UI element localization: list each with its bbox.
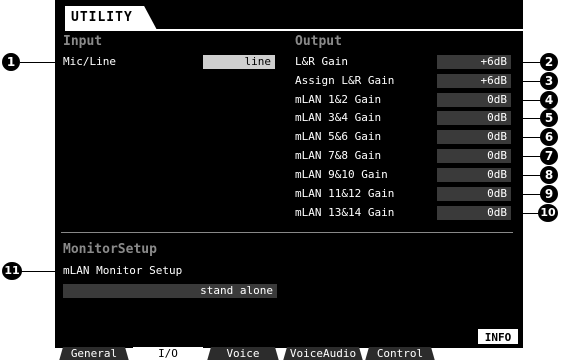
callout-line — [20, 62, 63, 63]
utility-screen: UTILITY Input Mic/Line line Output L&R G… — [55, 0, 523, 360]
output-label: mLAN 9&10 Gain — [295, 168, 388, 181]
output-value[interactable]: +6dB — [437, 55, 511, 69]
monitor-value[interactable]: stand alone — [63, 284, 277, 298]
output-label: mLAN 11&12 Gain — [295, 187, 395, 200]
callout-badge: 2 — [540, 53, 558, 71]
section-divider — [61, 232, 513, 233]
output-label: mLAN 1&2 Gain — [295, 93, 382, 106]
callout-line — [511, 81, 541, 82]
output-label: mLAN 7&8 Gain — [295, 149, 382, 162]
callout-badge: 8 — [540, 166, 558, 184]
output-value[interactable]: 0dB — [437, 168, 511, 182]
callout-badge: 10 — [538, 204, 558, 222]
callout-badge: 6 — [540, 128, 558, 146]
callout-line — [511, 213, 541, 214]
tab-control[interactable]: Control — [365, 347, 435, 360]
output-value[interactable]: +6dB — [437, 74, 511, 88]
output-label: mLAN 5&6 Gain — [295, 130, 382, 143]
mic-line-value[interactable]: line — [203, 55, 275, 69]
output-value[interactable]: 0dB — [437, 130, 511, 144]
output-label: mLAN 3&4 Gain — [295, 111, 382, 124]
tab-voice-audio[interactable]: VoiceAudio — [283, 347, 363, 360]
callout-badge: 11 — [2, 262, 22, 280]
mic-line-label: Mic/Line — [63, 55, 116, 68]
output-value[interactable]: 0dB — [437, 111, 511, 125]
output-value[interactable]: 0dB — [437, 93, 511, 107]
output-value[interactable]: 0dB — [437, 187, 511, 201]
output-label: mLAN 13&14 Gain — [295, 206, 395, 219]
output-label: L&R Gain — [295, 55, 348, 68]
output-label: Assign L&R Gain — [295, 74, 395, 87]
callout-line — [511, 137, 541, 138]
callout-line — [511, 194, 541, 195]
callout-badge: 3 — [540, 72, 558, 90]
output-heading: Output — [295, 34, 342, 49]
callout-line — [511, 100, 541, 101]
callout-line — [511, 156, 541, 157]
output-value[interactable]: 0dB — [437, 206, 511, 220]
callout-badge: 7 — [540, 147, 558, 165]
callout-badge: 4 — [540, 91, 558, 109]
callout-badge: 5 — [540, 109, 558, 127]
callout-badge: 1 — [2, 53, 20, 71]
monitor-label: mLAN Monitor Setup — [63, 264, 183, 277]
callout-line — [511, 118, 541, 119]
output-value[interactable]: 0dB — [437, 149, 511, 163]
tab-io[interactable]: I/O — [133, 347, 203, 360]
callout-badge: 9 — [540, 185, 558, 203]
callout-line — [20, 271, 63, 272]
callout-line — [511, 175, 541, 176]
tab-voice[interactable]: Voice — [207, 347, 279, 360]
title-underline — [65, 29, 523, 31]
monitor-heading: MonitorSetup — [63, 242, 157, 257]
tab-general[interactable]: General — [59, 347, 129, 360]
input-heading: Input — [63, 34, 103, 49]
info-button[interactable]: INFO — [477, 328, 519, 345]
page-title: UTILITY — [71, 10, 133, 25]
callout-line — [511, 62, 541, 63]
